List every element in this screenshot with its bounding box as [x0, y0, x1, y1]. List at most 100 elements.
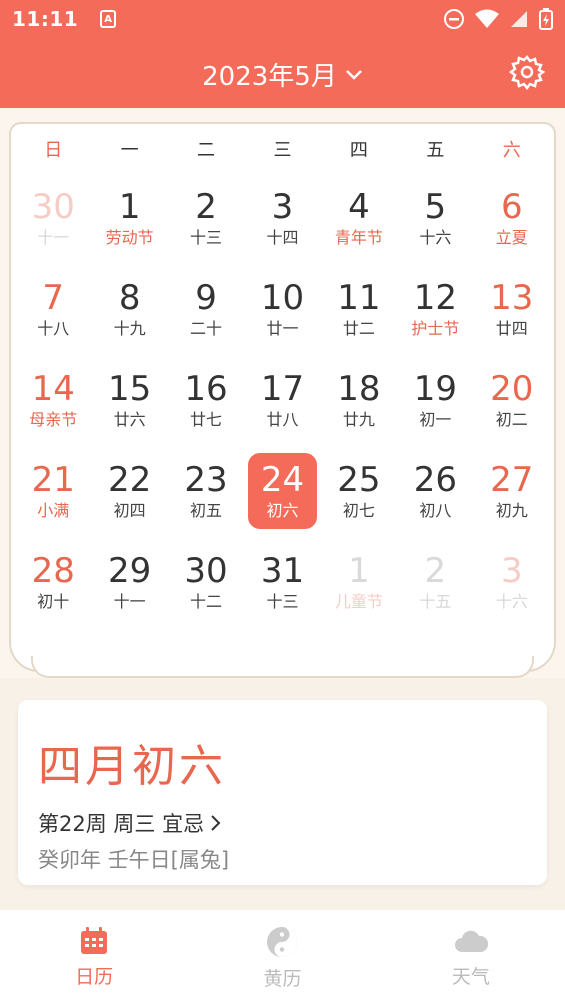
- cell-signal-icon: [511, 11, 527, 27]
- calendar-day[interactable]: 12 护士节: [397, 271, 473, 347]
- day-number: 3: [271, 187, 294, 227]
- nav-label: 黄历: [263, 968, 302, 990]
- lunar-day: 二十: [190, 319, 223, 338]
- calendar-day[interactable]: 3 十六: [474, 544, 550, 620]
- calendar-icon: [81, 927, 108, 954]
- calendar-day[interactable]: 31 十三: [244, 544, 320, 620]
- lunar-day: 十一: [113, 592, 146, 611]
- status-time: 11:11: [12, 7, 79, 31]
- calendar-day[interactable]: 29 十一: [91, 544, 167, 620]
- calendar-day[interactable]: 8 十九: [91, 271, 167, 347]
- day-number: 2: [424, 551, 447, 591]
- calendar-day[interactable]: 18 廿九: [321, 362, 397, 438]
- calendar-day[interactable]: 14 母亲节: [15, 362, 91, 438]
- bottom-nav: 日历 黄历 天气: [0, 910, 565, 1004]
- day-number: 29: [108, 551, 152, 591]
- nav-weather[interactable]: 天气: [377, 910, 565, 1004]
- day-number: 7: [42, 278, 65, 318]
- calendar-day[interactable]: 5 十六: [397, 180, 473, 256]
- lunar-day: 初十: [37, 592, 70, 611]
- day-number: 24: [260, 460, 305, 500]
- day-number: 14: [31, 369, 75, 409]
- festival-label: 小满: [37, 501, 70, 520]
- day-number: 1: [348, 551, 370, 591]
- calendar-day[interactable]: 22 初四: [91, 453, 167, 529]
- lunar-day: 廿二: [342, 319, 375, 338]
- day-number: 28: [31, 551, 75, 591]
- calendar-day[interactable]: 30 十二: [168, 544, 244, 620]
- calendar-day[interactable]: 7 十八: [15, 271, 91, 347]
- calendar-day[interactable]: 2 十三: [168, 180, 244, 256]
- day-number: 4: [348, 187, 370, 227]
- weekday-label: 四: [349, 140, 368, 161]
- lunar-day: 廿六: [113, 410, 146, 429]
- calendar-day[interactable]: 26 初八: [397, 453, 473, 529]
- festival-label: 儿童节: [334, 592, 383, 611]
- wifi-icon: [475, 9, 499, 28]
- calendar-day[interactable]: 9 二十: [168, 271, 244, 347]
- calendar-day[interactable]: 1 劳动节: [91, 180, 167, 256]
- weekday-label: 日: [44, 140, 63, 161]
- calendar-day[interactable]: 25 初七: [321, 453, 397, 529]
- lunar-day: 十六: [419, 228, 452, 247]
- day-number: 27: [490, 460, 534, 500]
- calendar-day[interactable]: 17 廿八: [244, 362, 320, 438]
- day-number: 9: [195, 278, 217, 318]
- calendar-day[interactable]: 10 廿一: [244, 271, 320, 347]
- week-info: 第22周 周三 宜忌: [38, 812, 205, 836]
- lunar-date: 四月初六: [38, 741, 226, 792]
- calendar-day[interactable]: 19 初一: [397, 362, 473, 438]
- festival-label: 母亲节: [29, 410, 78, 429]
- lunar-day: 廿八: [266, 410, 299, 429]
- day-number: 3: [500, 551, 523, 591]
- app-header: 2023年5月: [0, 38, 565, 108]
- weekday-label: 一: [120, 140, 139, 161]
- calendar-day[interactable]: 2 十五: [397, 544, 473, 620]
- calendar-day[interactable]: 6 立夏: [474, 180, 550, 256]
- calendar-day[interactable]: 15 廿六: [91, 362, 167, 438]
- almanac-link[interactable]: 第22周 周三 宜忌: [38, 808, 527, 838]
- nav-label: 日历: [75, 966, 114, 988]
- calendar-day[interactable]: 23 初五: [168, 453, 244, 529]
- calendar-day[interactable]: 3 十四: [244, 180, 320, 256]
- day-number: 12: [413, 278, 457, 318]
- calendar-day[interactable]: 21 小满: [15, 453, 91, 529]
- nav-almanac[interactable]: 黄历: [188, 910, 376, 1004]
- chevron-right-icon: [211, 815, 221, 831]
- day-number: 15: [108, 369, 152, 409]
- weekday-header: 日 一 二 三 四 五 六: [15, 136, 550, 162]
- day-info-card[interactable]: 四月初六 第22周 周三 宜忌 癸卯年 壬午日[属兔]: [18, 700, 547, 885]
- calendar-day-today[interactable]: 24 初六: [248, 453, 317, 529]
- calendar-day[interactable]: 11 廿二: [321, 271, 397, 347]
- chevron-down-icon: [345, 69, 362, 80]
- notification-app-icon: A: [100, 10, 117, 28]
- day-number: 22: [108, 460, 152, 500]
- lunar-day: 初七: [342, 501, 375, 520]
- lunar-day: 十九: [113, 319, 146, 338]
- day-number: 25: [337, 460, 381, 500]
- day-number: 30: [184, 551, 228, 591]
- lunar-day: 初八: [419, 501, 452, 520]
- calendar-day[interactable]: 13 廿四: [474, 271, 550, 347]
- lunar-day: 十五: [419, 592, 452, 611]
- calendar-day[interactable]: 4 青年节: [321, 180, 397, 256]
- calendar-day[interactable]: 27 初九: [474, 453, 550, 529]
- festival-label: 护士节: [411, 319, 460, 338]
- weekday-label: 五: [426, 140, 445, 161]
- month-title: 2023年5月: [202, 62, 337, 92]
- day-number: 16: [184, 369, 228, 409]
- lunar-day: 初一: [419, 410, 452, 429]
- calendar-day[interactable]: 16 廿七: [168, 362, 244, 438]
- calendar-day[interactable]: 28 初十: [15, 544, 91, 620]
- settings-button[interactable]: [508, 54, 546, 91]
- calendar-day[interactable]: 30 十一: [15, 180, 91, 256]
- calendar-day[interactable]: 20 初二: [474, 362, 550, 438]
- status-icons: [443, 8, 553, 30]
- month-picker[interactable]: 2023年5月: [0, 56, 565, 93]
- lunar-day: 廿一: [266, 319, 299, 338]
- lunar-day: 十一: [37, 228, 70, 247]
- lunar-day: 十二: [190, 592, 223, 611]
- calendar-day[interactable]: 1 儿童节: [321, 544, 397, 620]
- nav-calendar[interactable]: 日历: [0, 910, 188, 1004]
- day-number: 19: [413, 369, 457, 409]
